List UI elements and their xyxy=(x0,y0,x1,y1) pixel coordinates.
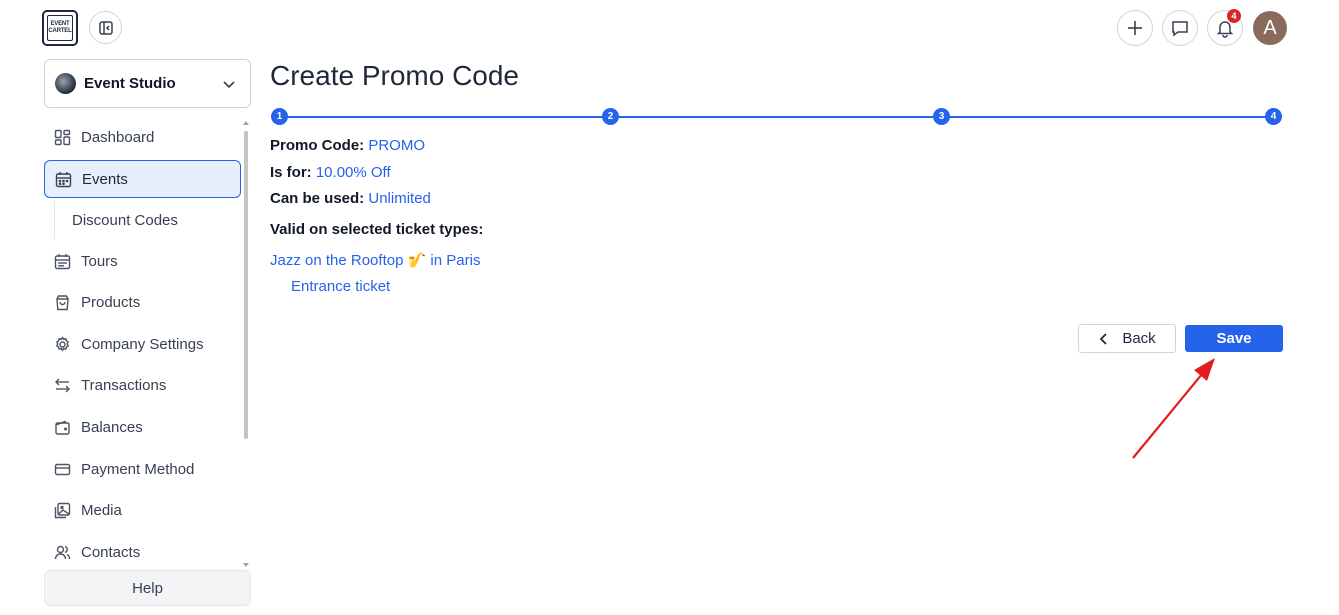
can-be-used-label: Can be used: xyxy=(270,190,365,207)
usage-summary: Can be used: Unlimited xyxy=(270,190,431,207)
sidebar-item-label: Discount Codes xyxy=(72,211,178,229)
user-avatar[interactable]: A xyxy=(1253,11,1287,45)
page-title: Create Promo Code xyxy=(270,60,520,91)
scroll-down-arrow[interactable] xyxy=(243,563,249,567)
help-button[interactable]: Help xyxy=(44,570,251,606)
sidebar-item-label: Dashboard xyxy=(81,128,155,146)
sidebar-item-tours[interactable]: Tours xyxy=(44,242,241,280)
sidebar-item-contacts[interactable]: Contacts xyxy=(44,533,241,571)
notification-badge: 4 xyxy=(1227,9,1241,23)
sidebar-item-label: Transactions xyxy=(81,376,167,394)
back-label: Back xyxy=(1122,330,1156,347)
step-3[interactable]: 3 xyxy=(933,108,950,125)
sidebar-item-events[interactable]: Events xyxy=(44,160,241,198)
back-button[interactable]: Back xyxy=(1078,324,1176,353)
sidebar-collapse-icon xyxy=(98,20,113,35)
sidebar-subitem-discount-codes[interactable]: Discount Codes xyxy=(54,201,241,239)
can-be-used-value: Unlimited xyxy=(368,190,431,207)
sidebar-item-transactions[interactable]: Transactions xyxy=(44,366,241,404)
step-4[interactable]: 4 xyxy=(1265,108,1282,125)
is-for-value: 10.00% Off xyxy=(315,164,391,181)
promo-code-summary: Promo Code: PROMO xyxy=(270,137,425,154)
chat-icon xyxy=(1172,21,1188,37)
transfer-icon xyxy=(53,376,71,394)
scroll-up-arrow[interactable] xyxy=(243,121,249,125)
valid-label: Valid on selected ticket types: xyxy=(270,221,484,238)
calendar-icon xyxy=(54,170,72,188)
plus-icon xyxy=(1128,21,1142,35)
sidebar-item-label: Events xyxy=(82,170,128,188)
chevron-down-icon xyxy=(223,80,235,88)
sidebar-item-label: Company Settings xyxy=(81,335,204,353)
promo-code-label: Promo Code: xyxy=(270,137,365,154)
promo-code-value: PROMO xyxy=(368,137,426,154)
collapse-sidebar-button[interactable] xyxy=(89,11,122,44)
sidebar-item-dashboard[interactable]: Dashboard xyxy=(44,118,241,156)
event-link[interactable]: Jazz on the Rooftop 🎷 in Paris xyxy=(270,251,480,269)
studio-name: Event Studio xyxy=(84,75,176,92)
sidebar-item-products[interactable]: Products xyxy=(44,283,241,321)
is-for-label: Is for: xyxy=(270,164,312,181)
messages-button[interactable] xyxy=(1162,10,1198,46)
discount-summary: Is for: 10.00% Off xyxy=(270,164,391,181)
notifications-button[interactable]: 4 xyxy=(1207,9,1243,46)
sidebar-item-media[interactable]: Media xyxy=(44,491,241,529)
bag-icon xyxy=(53,293,71,311)
logo-text-line1: EVENT xyxy=(50,21,70,27)
step-2[interactable]: 2 xyxy=(602,108,619,125)
ticket-type-link[interactable]: Entrance ticket xyxy=(291,278,390,295)
save-button[interactable]: Save xyxy=(1185,325,1283,352)
logo-text-line2: CARTEL xyxy=(48,28,72,34)
studio-avatar xyxy=(55,73,76,94)
sidebar-item-balances[interactable]: Balances xyxy=(44,408,241,446)
event-cartel-logo[interactable]: EVENT CARTEL xyxy=(42,10,78,46)
header-actions: 4 A xyxy=(1117,9,1287,46)
images-icon xyxy=(53,501,71,519)
add-button[interactable] xyxy=(1117,10,1153,46)
step-1[interactable]: 1 xyxy=(271,108,288,125)
wallet-icon xyxy=(53,418,71,436)
sidebar-item-label: Balances xyxy=(81,418,143,436)
calendar-icon xyxy=(53,252,71,270)
studio-selector[interactable]: Event Studio xyxy=(44,59,251,108)
sidebar-scrollbar[interactable] xyxy=(244,131,248,439)
sidebar-item-label: Payment Method xyxy=(81,460,195,478)
logo-mark: EVENT CARTEL xyxy=(47,15,73,41)
sidebar-item-label: Media xyxy=(81,501,122,519)
sidebar-item-label: Tours xyxy=(81,252,118,270)
sidebar-item-company-settings[interactable]: Company Settings xyxy=(44,325,241,363)
users-icon xyxy=(53,543,71,561)
sidebar-item-label: Products xyxy=(81,293,141,311)
dashboard-icon xyxy=(53,128,71,146)
valid-tickets-heading: Valid on selected ticket types: xyxy=(270,221,483,238)
stepper-line xyxy=(279,116,1274,118)
chevron-left-icon xyxy=(1100,332,1107,345)
credit-card-icon xyxy=(53,460,71,478)
gear-icon xyxy=(53,335,71,353)
sidebar-item-label: Contacts xyxy=(81,543,141,561)
sidebar-item-payment-method[interactable]: Payment Method xyxy=(44,450,241,488)
